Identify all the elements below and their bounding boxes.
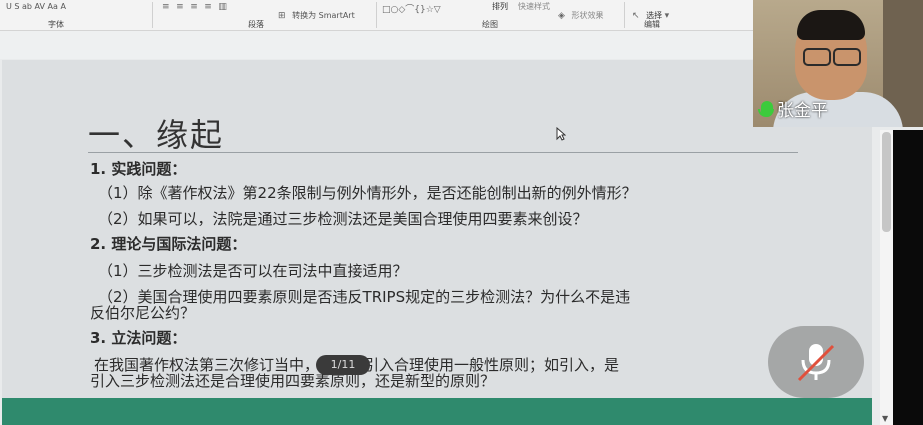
editing-group-label: 编辑	[644, 20, 660, 29]
shapes-gallery[interactable]: □○◇⌒{}☆▽	[382, 2, 445, 15]
section-heading: 2. 理论与国际法问题：	[90, 235, 247, 253]
slide-text-line: 引入三步检测法还是合理使用四要素原则，还是新型的原则？	[90, 372, 496, 390]
columns-icon[interactable]: ▥	[218, 2, 227, 12]
shape-effects-button[interactable]: ◈ 形状效果	[558, 10, 603, 21]
paragraph-group-label: 段落	[248, 20, 264, 29]
font-group-label: 字体	[48, 20, 64, 29]
arrange-label: 排列	[492, 2, 508, 11]
slide-text-line: （1）三步检测法是否可以在司法中直接适用？	[98, 262, 408, 280]
justify-icon[interactable]: ≡	[204, 2, 212, 12]
font-tools-label: U S ab AV Aa A	[6, 2, 66, 11]
scroll-down-icon[interactable]: ▼	[882, 414, 888, 423]
slide-title: 一、缘起	[88, 116, 225, 154]
vertical-scrollbar[interactable]: ▼	[880, 130, 893, 425]
shape-effects-icon: ◈	[558, 11, 565, 21]
slide-text-line: （2）如果可以，法院是通过三步检测法还是美国合理使用四要素来创设？	[98, 210, 588, 228]
section-heading: 3. 立法问题：	[90, 329, 187, 347]
quick-styles-button[interactable]: 快速样式	[518, 1, 550, 12]
microphone-active-icon	[758, 100, 774, 117]
window-edge	[893, 130, 923, 425]
title-underline	[88, 152, 798, 153]
shapes-icon: □○◇⌒{}☆▽	[382, 5, 441, 15]
quick-styles-label: 快速样式	[518, 2, 550, 11]
scrollbar-thumb[interactable]	[882, 132, 891, 232]
divider	[152, 2, 153, 28]
chevron-down-icon: ▾	[664, 11, 670, 21]
align-right-icon[interactable]: ≡	[190, 2, 198, 12]
divider	[376, 2, 377, 28]
participant-nameplate: 张金平	[758, 96, 828, 121]
video-person-hair	[797, 10, 865, 40]
slide-footer-bar	[2, 398, 872, 425]
convert-smartart-button[interactable]: ⊞ 转换为 SmartArt	[278, 10, 355, 21]
convert-smartart-label: 转换为 SmartArt	[292, 11, 355, 20]
shape-effects-label: 形状效果	[571, 11, 604, 20]
align-center-icon[interactable]: ≡	[176, 2, 184, 12]
paragraph-tools[interactable]: ≡ ≡ ≡ ≡ ▥	[162, 2, 231, 12]
video-person-glasses	[803, 48, 861, 66]
slide-text-line: 反伯尔尼公约？	[90, 304, 196, 322]
font-tools[interactable]: U S ab AV Aa A	[6, 2, 66, 11]
mouse-cursor-icon	[556, 126, 567, 145]
cursor-select-icon: ↖	[632, 11, 640, 21]
participant-video[interactable]: 张金平	[753, 0, 923, 127]
microphone-muted-icon	[797, 344, 835, 382]
participant-name: 张金平	[777, 101, 828, 121]
drawing-group-label: 绘图	[482, 20, 498, 29]
arrange-button[interactable]: 排列	[492, 1, 508, 12]
smartart-icon: ⊞	[278, 11, 286, 21]
slide-text-line: （1）除《著作权法》第22条限制与例外情形外，是否还能创制出新的例外情形？	[98, 184, 637, 202]
align-left-icon[interactable]: ≡	[162, 2, 170, 12]
slide-canvas[interactable]: 一、缘起 1. 实践问题： （1）除《著作权法》第22条限制与例外情形外，是否还…	[2, 60, 872, 425]
divider	[624, 2, 625, 28]
section-heading: 1. 实践问题：	[90, 160, 187, 178]
mute-button[interactable]	[768, 326, 864, 398]
page-indicator[interactable]: 1/11	[316, 355, 370, 375]
